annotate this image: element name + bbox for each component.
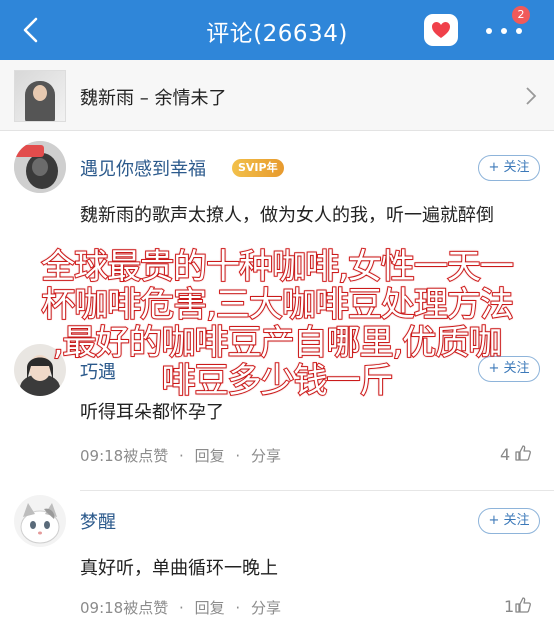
notification-badge: 2 — [512, 6, 530, 24]
comment-item: 巧遇 + 关注 听得耳朵都怀孕了 09:18被点赞 · 回复 · 分享 4 — [0, 330, 554, 491]
comment-time: 09:18被点赞 — [80, 447, 169, 465]
reply-button[interactable]: 回复 — [195, 447, 225, 465]
username[interactable]: 巧遇 — [80, 358, 116, 384]
like-count: 1 — [504, 597, 515, 616]
avatar[interactable] — [14, 141, 66, 193]
album-cover — [14, 70, 66, 122]
back-button[interactable] — [14, 13, 48, 47]
vip-badge: SVIP年 — [232, 159, 284, 177]
song-info-row[interactable]: 魏新雨 – 余情未了 — [0, 60, 554, 131]
more-options-button[interactable]: 2 — [478, 6, 534, 48]
share-button[interactable]: 分享 — [251, 599, 281, 617]
like-count: 4 — [500, 445, 511, 464]
comment-text: 听得耳朵都怀孕了 — [80, 402, 224, 423]
follow-button[interactable]: + 关注 — [478, 155, 540, 181]
top-bar: 评论(26634) 2 — [0, 0, 554, 60]
avatar[interactable] — [14, 495, 66, 547]
song-title: 魏新雨 – 余情未了 — [80, 88, 227, 109]
thumbs-up-icon[interactable] — [514, 444, 532, 462]
comment-meta: 09:18被点赞 · 回复 · 分享 — [80, 599, 281, 617]
reply-button[interactable]: 回复 — [195, 599, 225, 617]
comment-text: 真好听，单曲循环一晚上 — [80, 558, 278, 579]
username[interactable]: 遇见你感到幸福 — [80, 155, 206, 181]
comment-meta: 09:18被点赞 · 回复 · 分享 — [80, 447, 281, 465]
thumbs-up-icon[interactable] — [514, 596, 532, 614]
follow-button[interactable]: + 关注 — [478, 508, 540, 534]
comment-item: 遇见你感到幸福 SVIP年 + 关注 魏新雨的歌声太撩人，做为女人的我，听一遍就… — [0, 131, 554, 291]
comment-time: 09:18被点赞 — [80, 599, 169, 617]
overlay-line: 杯咖啡危害,三大咖啡豆处理方法 — [40, 285, 515, 325]
comment-text: 魏新雨的歌声太撩人，做为女人的我，听一遍就醉倒 — [80, 205, 494, 226]
page-title: 评论(26634) — [206, 21, 348, 47]
username[interactable]: 梦醒 — [80, 508, 116, 534]
back-arrow-icon — [23, 17, 38, 43]
avatar[interactable] — [14, 344, 66, 396]
chevron-right-icon — [526, 87, 537, 105]
follow-button[interactable]: + 关注 — [478, 356, 540, 382]
share-button[interactable]: 分享 — [251, 447, 281, 465]
heart-icon — [432, 22, 450, 38]
favorite-button[interactable] — [424, 14, 458, 46]
more-dots-icon — [484, 28, 524, 34]
comment-item: 梦醒 + 关注 真好听，单曲循环一晚上 09:18被点赞 · 回复 · 分享 1 — [0, 490, 554, 635]
